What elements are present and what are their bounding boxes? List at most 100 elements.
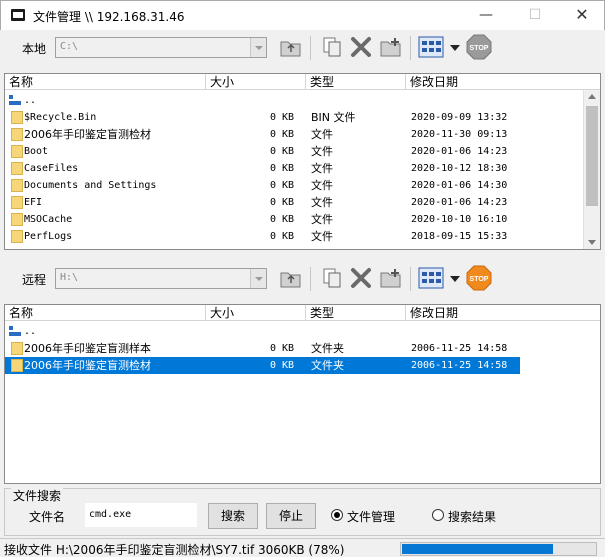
column-size[interactable]: 大小 xyxy=(206,74,306,90)
row-type: 文件 xyxy=(311,196,333,209)
stop-button[interactable]: 停止 xyxy=(266,503,316,529)
folder-icon xyxy=(11,230,23,243)
delete-icon[interactable] xyxy=(348,265,374,291)
radio-search-results-label[interactable]: 搜索结果 xyxy=(448,508,496,525)
remote-file-list[interactable]: 名称 大小 类型 修改日期 .. 2006年手印鉴定盲测样本 0 KB 文件夹 … xyxy=(4,304,601,484)
stop-icon[interactable]: STOP xyxy=(466,265,492,291)
file-name-value: cmd.exe xyxy=(89,509,132,520)
transfer-progress-bar xyxy=(400,542,597,556)
maximize-button[interactable]: ☐ xyxy=(520,5,550,27)
row-date: 2020-11-30 09:13 xyxy=(411,129,508,140)
table-row[interactable]: MSOCache 0 KB 文件 2020-10-10 16:10 xyxy=(5,211,585,228)
local-label: 本地 xyxy=(22,42,47,56)
row-name: CaseFiles xyxy=(24,163,79,174)
toolbar-separator xyxy=(310,36,311,60)
chevron-down-icon[interactable] xyxy=(250,38,266,57)
folder-icon xyxy=(11,213,23,226)
minimize-button[interactable]: — xyxy=(471,5,501,27)
table-row[interactable]: Boot 0 KB 文件 2020-01-06 14:23 xyxy=(5,143,585,160)
parent-dir-row[interactable]: .. xyxy=(5,323,585,340)
scroll-down-icon[interactable] xyxy=(588,240,596,245)
table-row[interactable]: CaseFiles 0 KB 文件 2020-10-12 18:30 xyxy=(5,160,585,177)
table-row[interactable]: 2006年手印鉴定盲测样本 0 KB 文件夹 2006-11-25 14:58 xyxy=(5,340,585,357)
title-bar: 文件管理 \\ 192.168.31.46 — ☐ ✕ xyxy=(0,0,605,30)
row-type: 文件 xyxy=(311,145,333,158)
window-title: 文件管理 \\ 192.168.31.46 xyxy=(33,10,185,24)
row-name: MSOCache xyxy=(24,214,73,225)
row-name: 2006年手印鉴定盲测检材 xyxy=(24,359,151,372)
row-date: 2020-10-12 18:30 xyxy=(411,163,508,174)
file-search-legend: 文件搜索 xyxy=(11,487,64,504)
local-toolbar: 本地 C:\ STOP xyxy=(0,30,605,66)
view-mode-icon[interactable] xyxy=(418,34,444,60)
column-type[interactable]: 类型 xyxy=(306,74,406,90)
table-row[interactable]: Documents and Settings 0 KB 文件 2020-01-0… xyxy=(5,177,585,194)
column-date[interactable]: 修改日期 xyxy=(406,305,600,321)
radio-search-results[interactable] xyxy=(432,509,444,521)
table-row-selected[interactable]: 2006年手印鉴定盲测检材 0 KB 文件夹 2006-11-25 14:58 xyxy=(5,357,520,374)
parent-dir-row[interactable]: .. xyxy=(5,92,585,109)
remote-path-combo[interactable]: H:\ xyxy=(55,268,267,289)
row-type: 文件 xyxy=(311,128,333,141)
row-date: 2020-10-10 16:10 xyxy=(411,214,508,225)
column-name[interactable]: 名称 xyxy=(5,305,206,321)
table-row[interactable]: PerfLogs 0 KB 文件 2018-09-15 15:33 xyxy=(5,228,585,245)
table-row[interactable]: 2006年手印鉴定盲测检材 0 KB 文件 2020-11-30 09:13 xyxy=(5,126,585,143)
row-date: 2020-01-06 14:30 xyxy=(411,180,508,191)
table-row[interactable]: EFI 0 KB 文件 2020-01-06 14:23 xyxy=(5,194,585,211)
row-size: 0 KB xyxy=(270,146,295,157)
delete-icon[interactable] xyxy=(348,34,374,60)
file-name-input[interactable]: cmd.exe xyxy=(85,503,197,527)
scroll-thumb[interactable] xyxy=(586,106,598,206)
row-date: 2020-09-09 13:32 xyxy=(411,112,508,123)
row-size: 0 KB xyxy=(270,129,295,140)
toolbar-separator xyxy=(410,36,411,60)
column-type[interactable]: 类型 xyxy=(306,305,406,321)
file-name-label: 文件名 xyxy=(29,510,66,524)
column-date[interactable]: 修改日期 xyxy=(406,74,600,90)
folder-icon xyxy=(11,128,23,141)
column-name[interactable]: 名称 xyxy=(5,74,206,90)
folder-icon xyxy=(11,196,23,209)
table-row[interactable]: $Recycle.Bin 0 KB BIN 文件 2020-09-09 13:3… xyxy=(5,109,585,126)
remote-label: 远程 xyxy=(22,273,47,287)
progress-fill xyxy=(402,544,553,554)
copy-icon[interactable] xyxy=(319,34,345,60)
row-name: 2006年手印鉴定盲测样本 xyxy=(24,342,151,355)
folder-up-icon[interactable] xyxy=(278,34,304,60)
parent-dir-icon xyxy=(9,326,21,336)
view-dropdown-icon[interactable] xyxy=(448,265,462,291)
search-button[interactable]: 搜索 xyxy=(208,503,258,529)
row-date: 2020-01-06 14:23 xyxy=(411,146,508,157)
file-search-group: 文件搜索 文件名 cmd.exe 搜索 停止 文件管理 搜索结果 xyxy=(4,487,601,536)
toolbar-separator xyxy=(310,267,311,291)
copy-icon[interactable] xyxy=(319,265,345,291)
local-vertical-scrollbar[interactable] xyxy=(583,90,600,249)
close-button[interactable]: ✕ xyxy=(567,5,597,27)
row-name: .. xyxy=(24,326,37,337)
row-size: 0 KB xyxy=(270,214,295,225)
view-mode-icon[interactable] xyxy=(418,265,444,291)
parent-dir-icon xyxy=(9,95,21,105)
radio-file-manage[interactable] xyxy=(331,509,343,521)
folder-icon xyxy=(11,342,23,355)
radio-file-manage-label[interactable]: 文件管理 xyxy=(347,508,395,525)
status-bar: 接收文件 H:\2006年手印鉴定盲测检材\SY7.tif 3060KB (78… xyxy=(0,538,605,557)
row-type: 文件夹 xyxy=(311,342,344,355)
chevron-down-icon[interactable] xyxy=(250,269,266,288)
new-folder-icon[interactable] xyxy=(378,265,404,291)
row-name: $Recycle.Bin xyxy=(24,112,97,123)
row-size: 0 KB xyxy=(270,180,295,191)
folder-up-icon[interactable] xyxy=(278,265,304,291)
view-dropdown-icon[interactable] xyxy=(448,34,462,60)
local-file-list[interactable]: 名称 大小 类型 修改日期 .. $Recycle.Bin 0 KB BIN 文… xyxy=(4,73,601,250)
row-size: 0 KB xyxy=(270,360,295,371)
scroll-up-icon[interactable] xyxy=(588,94,596,99)
column-size[interactable]: 大小 xyxy=(206,305,306,321)
row-type: 文件 xyxy=(311,230,333,243)
folder-icon xyxy=(11,162,23,175)
stop-icon[interactable]: STOP xyxy=(466,34,492,60)
new-folder-icon[interactable] xyxy=(378,34,404,60)
local-path-combo[interactable]: C:\ xyxy=(55,37,267,58)
row-type: 文件 xyxy=(311,162,333,175)
